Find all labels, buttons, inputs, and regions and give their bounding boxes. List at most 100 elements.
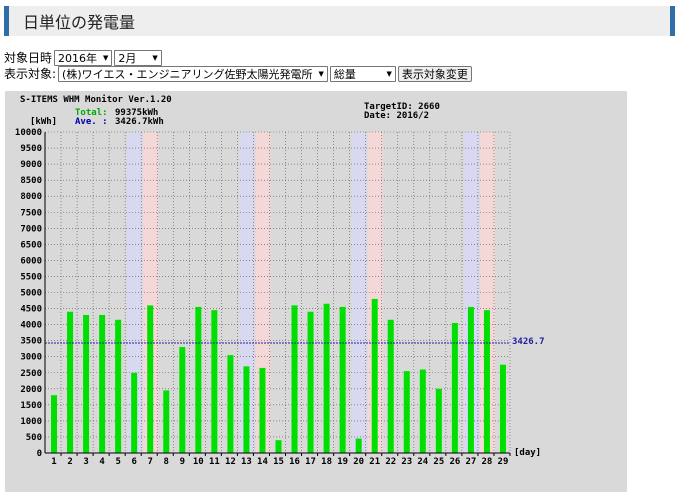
y-tick-label: 4500 <box>20 305 42 315</box>
bar <box>467 306 474 453</box>
bar <box>243 366 250 453</box>
month-select[interactable]: 2月 ▼ <box>114 49 162 66</box>
ave-value: 3426.7kWh <box>115 117 164 127</box>
x-tick-label: 10 <box>193 457 204 467</box>
bar <box>499 364 506 453</box>
x-tick-label: 16 <box>289 457 300 467</box>
y-tick-label: 4000 <box>20 321 42 331</box>
y-tick-label: 7000 <box>20 224 42 234</box>
y-tick-label: 8000 <box>20 192 42 202</box>
generation-chart: S-ITEMS WHM Monitor Ver.1.20 TargetID: 2… <box>15 94 545 467</box>
x-tick-label: 9 <box>180 457 185 467</box>
year-select-value: 2016年 <box>58 51 98 65</box>
x-tick-label: 12 <box>225 457 236 467</box>
y-tick-label: 10000 <box>15 128 42 138</box>
x-tick-label: 26 <box>449 457 460 467</box>
year-select[interactable]: 2016年 ▼ <box>54 49 113 66</box>
bar <box>275 440 282 453</box>
x-tick-label: 13 <box>241 457 252 467</box>
x-tick-label: 11 <box>209 457 220 467</box>
x-tick-label: 29 <box>498 457 509 467</box>
bar <box>131 372 138 453</box>
x-tick-label: 3 <box>83 457 88 467</box>
y-tick-label: 6000 <box>20 256 42 266</box>
chevron-down-icon: ▼ <box>103 53 109 62</box>
x-tick-label: 22 <box>385 457 396 467</box>
y-tick-label: 1000 <box>20 417 42 427</box>
bar <box>163 390 170 453</box>
bar <box>83 314 90 453</box>
bar <box>179 347 186 453</box>
x-tick-label: 1 <box>51 457 56 467</box>
bar <box>115 319 122 453</box>
x-tick-label: 20 <box>353 457 364 467</box>
x-tick-label: 6 <box>131 457 136 467</box>
date-selector-row: 対象日時 2016年 ▼ 2月 ▼ <box>4 49 162 66</box>
bar <box>195 306 202 453</box>
chevron-down-icon: ▼ <box>318 69 324 78</box>
target-selector-row: 表示対象: (株)ワイエス・エンジニアリング佐野太陽光発電所 ▼ 総量 ▼ 表示… <box>4 65 472 82</box>
x-axis-label: [day] <box>514 448 541 458</box>
x-tick-label: 18 <box>321 457 332 467</box>
bar <box>355 438 362 453</box>
x-tick-label: 28 <box>482 457 493 467</box>
y-tick-label: 3500 <box>20 337 42 347</box>
x-tick-label: 2 <box>67 457 72 467</box>
bar <box>371 298 378 453</box>
x-tick-label: 8 <box>164 457 169 467</box>
y-tick-label: 5000 <box>20 289 42 299</box>
target-label: 表示対象: <box>4 67 57 81</box>
page-title: 日単位の発電量 <box>23 13 136 32</box>
average-value-label: 3426.7 <box>512 337 545 347</box>
x-tick-label: 7 <box>148 457 153 467</box>
date-label: 対象日時 <box>4 51 53 65</box>
change-target-button[interactable]: 表示対象変更 <box>397 65 472 82</box>
type-select[interactable]: 総量 ▼ <box>329 65 396 82</box>
y-tick-label: 500 <box>26 433 42 443</box>
target-select-value: (株)ワイエス・エンジニアリング佐野太陽光発電所 <box>62 67 313 81</box>
x-tick-label: 25 <box>433 457 444 467</box>
x-tick-label: 14 <box>257 457 268 467</box>
y-tick-label: 9000 <box>20 160 42 170</box>
y-tick-label: 1500 <box>20 401 42 411</box>
target-select[interactable]: (株)ワイエス・エンジニアリング佐野太陽光発電所 ▼ <box>58 65 328 82</box>
type-select-value: 総量 <box>333 67 356 81</box>
chart-panel: S-ITEMS WHM Monitor Ver.1.20 TargetID: 2… <box>5 91 627 492</box>
x-tick-label: 17 <box>305 457 316 467</box>
saturday-band <box>351 132 367 453</box>
y-tick-label: 6500 <box>20 240 42 250</box>
bar <box>307 311 314 453</box>
bar <box>99 314 106 453</box>
plot-area: 0 500 1000 1500 2000 2500 3000 3500 4000 4500 5000… <box>15 128 511 467</box>
bar <box>67 311 74 453</box>
y-tick-label: 2000 <box>20 385 42 395</box>
x-tick-label: 27 <box>465 457 476 467</box>
y-tick-label: 9500 <box>20 144 42 154</box>
bar <box>227 355 234 453</box>
ave-label: Ave. : <box>75 117 108 127</box>
y-tick-label: 3000 <box>20 353 42 363</box>
bar <box>435 388 442 453</box>
y-tick-label: 0 <box>37 449 42 459</box>
y-tick-label: 5500 <box>20 272 42 282</box>
x-tick-label: 21 <box>369 457 380 467</box>
y-tick-label: 2500 <box>20 369 42 379</box>
page-header: 日単位の発電量 <box>4 6 675 36</box>
y-tick-label: 7500 <box>20 208 42 218</box>
bar <box>147 305 154 453</box>
x-tick-label: 19 <box>337 457 348 467</box>
chart-date: Date: 2016/2 <box>364 111 429 121</box>
y-tick-label: 8500 <box>20 176 42 186</box>
bar <box>387 319 394 453</box>
chevron-down-icon: ▼ <box>152 53 158 62</box>
y-axis-label: [kWh] <box>30 117 57 127</box>
x-tick-label: 4 <box>99 457 105 467</box>
chevron-down-icon: ▼ <box>386 69 392 78</box>
x-tick-label: 5 <box>115 457 120 467</box>
bar <box>403 371 410 453</box>
bar <box>291 305 298 453</box>
x-tick-label: 15 <box>273 457 284 467</box>
bar <box>483 310 490 453</box>
bar <box>211 310 218 453</box>
bar <box>51 395 58 453</box>
